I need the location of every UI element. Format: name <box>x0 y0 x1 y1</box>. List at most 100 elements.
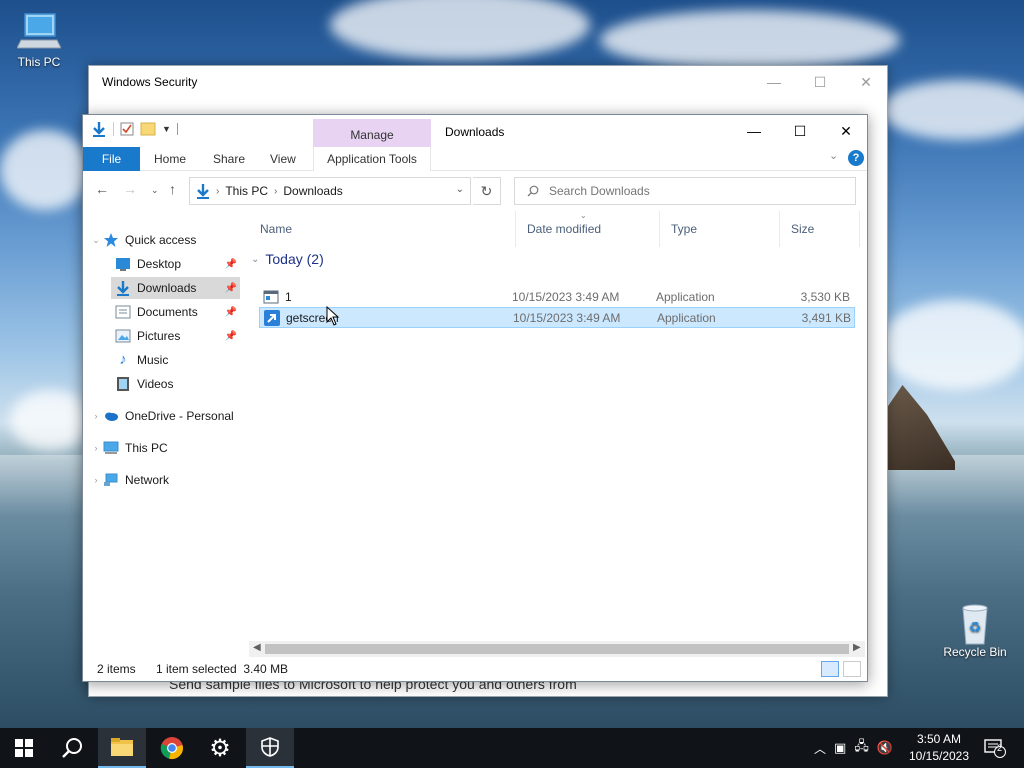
chevron-right-icon: › <box>216 185 220 197</box>
maximize-button[interactable]: ☐ <box>777 115 823 147</box>
rock-formation <box>885 385 955 470</box>
close-button[interactable]: ✕ <box>823 115 867 147</box>
getscreen-app-icon <box>264 309 280 326</box>
notifications-button[interactable]: 2 <box>980 728 1010 768</box>
status-bar: 2 items 1 item selected 3.40 MB <box>83 657 867 681</box>
navigation-bar: ← → ⌄ ↑ › This PC › Downloads ⌄ ↻ <box>83 171 867 211</box>
taskbar-file-explorer[interactable] <box>98 728 146 768</box>
volume-muted-icon[interactable]: 🔇 <box>877 740 893 756</box>
nav-item-music[interactable]: ♪ Music <box>83 349 240 371</box>
security-tray-icon[interactable]: ▣ <box>834 740 846 756</box>
expand-ribbon-icon[interactable]: ⌄ <box>829 149 838 162</box>
column-header-name[interactable]: Name <box>249 211 516 247</box>
notification-count-badge: 2 <box>997 743 1003 753</box>
system-tray: ︿ ▣ 🖧 🔇 <box>814 728 893 768</box>
scroll-left-icon[interactable]: ◀ <box>253 642 261 653</box>
nav-item-desktop[interactable]: Desktop 📌 <box>83 253 240 275</box>
breadcrumb-downloads[interactable]: Downloads <box>283 184 342 198</box>
chevron-right-icon[interactable]: › <box>89 411 103 421</box>
close-button[interactable]: ✕ <box>843 66 889 98</box>
maximize-button[interactable]: ☐ <box>797 66 843 98</box>
downloads-arrow-icon <box>197 184 209 199</box>
table-row[interactable]: 1 10/15/2023 3:49 AM Application 3,530 K… <box>259 286 855 307</box>
chevron-down-icon[interactable]: ⌄ <box>251 254 259 265</box>
network-tray-icon[interactable]: 🖧 <box>854 737 869 759</box>
windows-logo-icon <box>15 739 33 757</box>
search-box[interactable] <box>514 177 856 205</box>
address-bar[interactable]: › This PC › Downloads ⌄ <box>189 177 471 205</box>
new-folder-icon[interactable] <box>140 122 156 136</box>
help-icon[interactable]: ? <box>848 150 864 166</box>
chevron-down-icon[interactable]: ⌄ <box>456 184 464 195</box>
taskbar-windows-security[interactable] <box>246 728 294 768</box>
chevron-right-icon[interactable]: › <box>89 443 103 453</box>
up-arrow-icon[interactable]: ↑ <box>169 181 176 197</box>
tab-home[interactable]: Home <box>140 147 200 171</box>
chevron-up-icon[interactable]: ︿ <box>814 740 826 757</box>
taskbar: ⚙ ︿ ▣ 🖧 🔇 3:50 AM 10/15/2023 2 <box>0 728 1024 768</box>
back-arrow-icon[interactable]: ← <box>95 181 109 197</box>
mouse-cursor-icon <box>326 306 340 326</box>
window-title: Downloads <box>445 125 505 139</box>
nav-this-pc[interactable]: › This PC <box>89 437 246 459</box>
forward-arrow-icon[interactable]: → <box>123 181 137 197</box>
videos-icon <box>115 376 131 392</box>
title-bar[interactable]: ▼ Manage Downloads — ☐ ✕ <box>83 115 867 153</box>
music-icon: ♪ <box>119 351 127 368</box>
scrollbar-thumb[interactable] <box>265 644 849 654</box>
navigation-pane: ⌄ Quick access Desktop 📌 Downloads 📌 Doc… <box>83 211 243 645</box>
nav-onedrive[interactable]: › OneDrive - Personal <box>89 405 246 427</box>
nav-quick-access[interactable]: ⌄ Quick access <box>89 229 246 251</box>
tab-view[interactable]: View <box>256 147 310 171</box>
desktop-icon-recycle-bin[interactable]: ♻ Recycle Bin <box>940 602 1010 659</box>
start-button[interactable] <box>0 728 48 768</box>
search-input[interactable] <box>549 184 829 198</box>
pin-icon[interactable]: 📌 <box>225 283 237 294</box>
minimize-button[interactable]: — <box>731 115 777 147</box>
recycle-bin-icon: ♻ <box>953 602 997 645</box>
table-row[interactable]: getscreen 10/15/2023 3:49 AM Application… <box>259 307 855 328</box>
tab-application-tools[interactable]: Application Tools <box>313 147 431 171</box>
search-icon <box>62 738 82 758</box>
desktop-icon-label: Recycle Bin <box>943 645 1007 659</box>
refresh-button[interactable]: ↻ <box>473 177 501 205</box>
search-button[interactable] <box>48 728 96 768</box>
customize-toolbar-icon[interactable]: ▼ <box>162 124 171 134</box>
chevron-down-icon[interactable]: ⌄ <box>89 235 103 246</box>
pin-icon[interactable]: 📌 <box>225 259 237 270</box>
star-icon <box>103 232 119 248</box>
recent-locations-icon[interactable]: ⌄ <box>151 185 159 196</box>
nav-item-documents[interactable]: Documents 📌 <box>83 301 240 323</box>
taskbar-chrome[interactable] <box>148 728 196 768</box>
tab-share[interactable]: Share <box>199 147 259 171</box>
properties-icon[interactable] <box>120 122 134 136</box>
column-header-type[interactable]: Type <box>660 211 780 247</box>
details-view-button[interactable] <box>821 661 839 677</box>
computer-icon <box>16 12 62 52</box>
desktop-icon-this-pc[interactable]: This PC <box>4 12 74 69</box>
nav-item-pictures[interactable]: Pictures 📌 <box>83 325 240 347</box>
system-clock[interactable]: 3:50 AM 10/15/2023 <box>902 731 976 765</box>
network-icon <box>103 472 119 488</box>
desktop-folder-icon <box>115 256 131 272</box>
nav-item-downloads[interactable]: Downloads 📌 <box>111 277 240 299</box>
group-header-today[interactable]: ⌄ Today (2) <box>249 247 859 271</box>
column-header-date-modified[interactable]: Date modified ⌄ <box>516 211 660 247</box>
pictures-icon <box>115 328 131 344</box>
minimize-button[interactable]: — <box>751 66 797 98</box>
nav-item-videos[interactable]: Videos <box>83 373 240 395</box>
taskbar-settings[interactable]: ⚙ <box>196 728 244 768</box>
large-icons-view-button[interactable] <box>843 661 861 677</box>
sort-indicator-icon: ⌄ <box>580 211 587 220</box>
nav-network[interactable]: › Network <box>89 469 246 491</box>
tab-file[interactable]: File <box>83 147 140 171</box>
file-explorer-window[interactable]: ▼ Manage Downloads — ☐ ✕ File Home Share… <box>82 114 868 682</box>
pin-icon[interactable]: 📌 <box>225 331 237 342</box>
horizontal-scrollbar[interactable]: ◀ ▶ <box>249 641 865 657</box>
pin-icon[interactable]: 📌 <box>225 307 237 318</box>
chevron-right-icon[interactable]: › <box>89 475 103 485</box>
breadcrumb-this-pc[interactable]: This PC <box>225 184 268 198</box>
scroll-right-icon[interactable]: ▶ <box>853 642 861 653</box>
column-header-size[interactable]: Size <box>780 211 860 247</box>
cloud-icon <box>103 408 119 424</box>
